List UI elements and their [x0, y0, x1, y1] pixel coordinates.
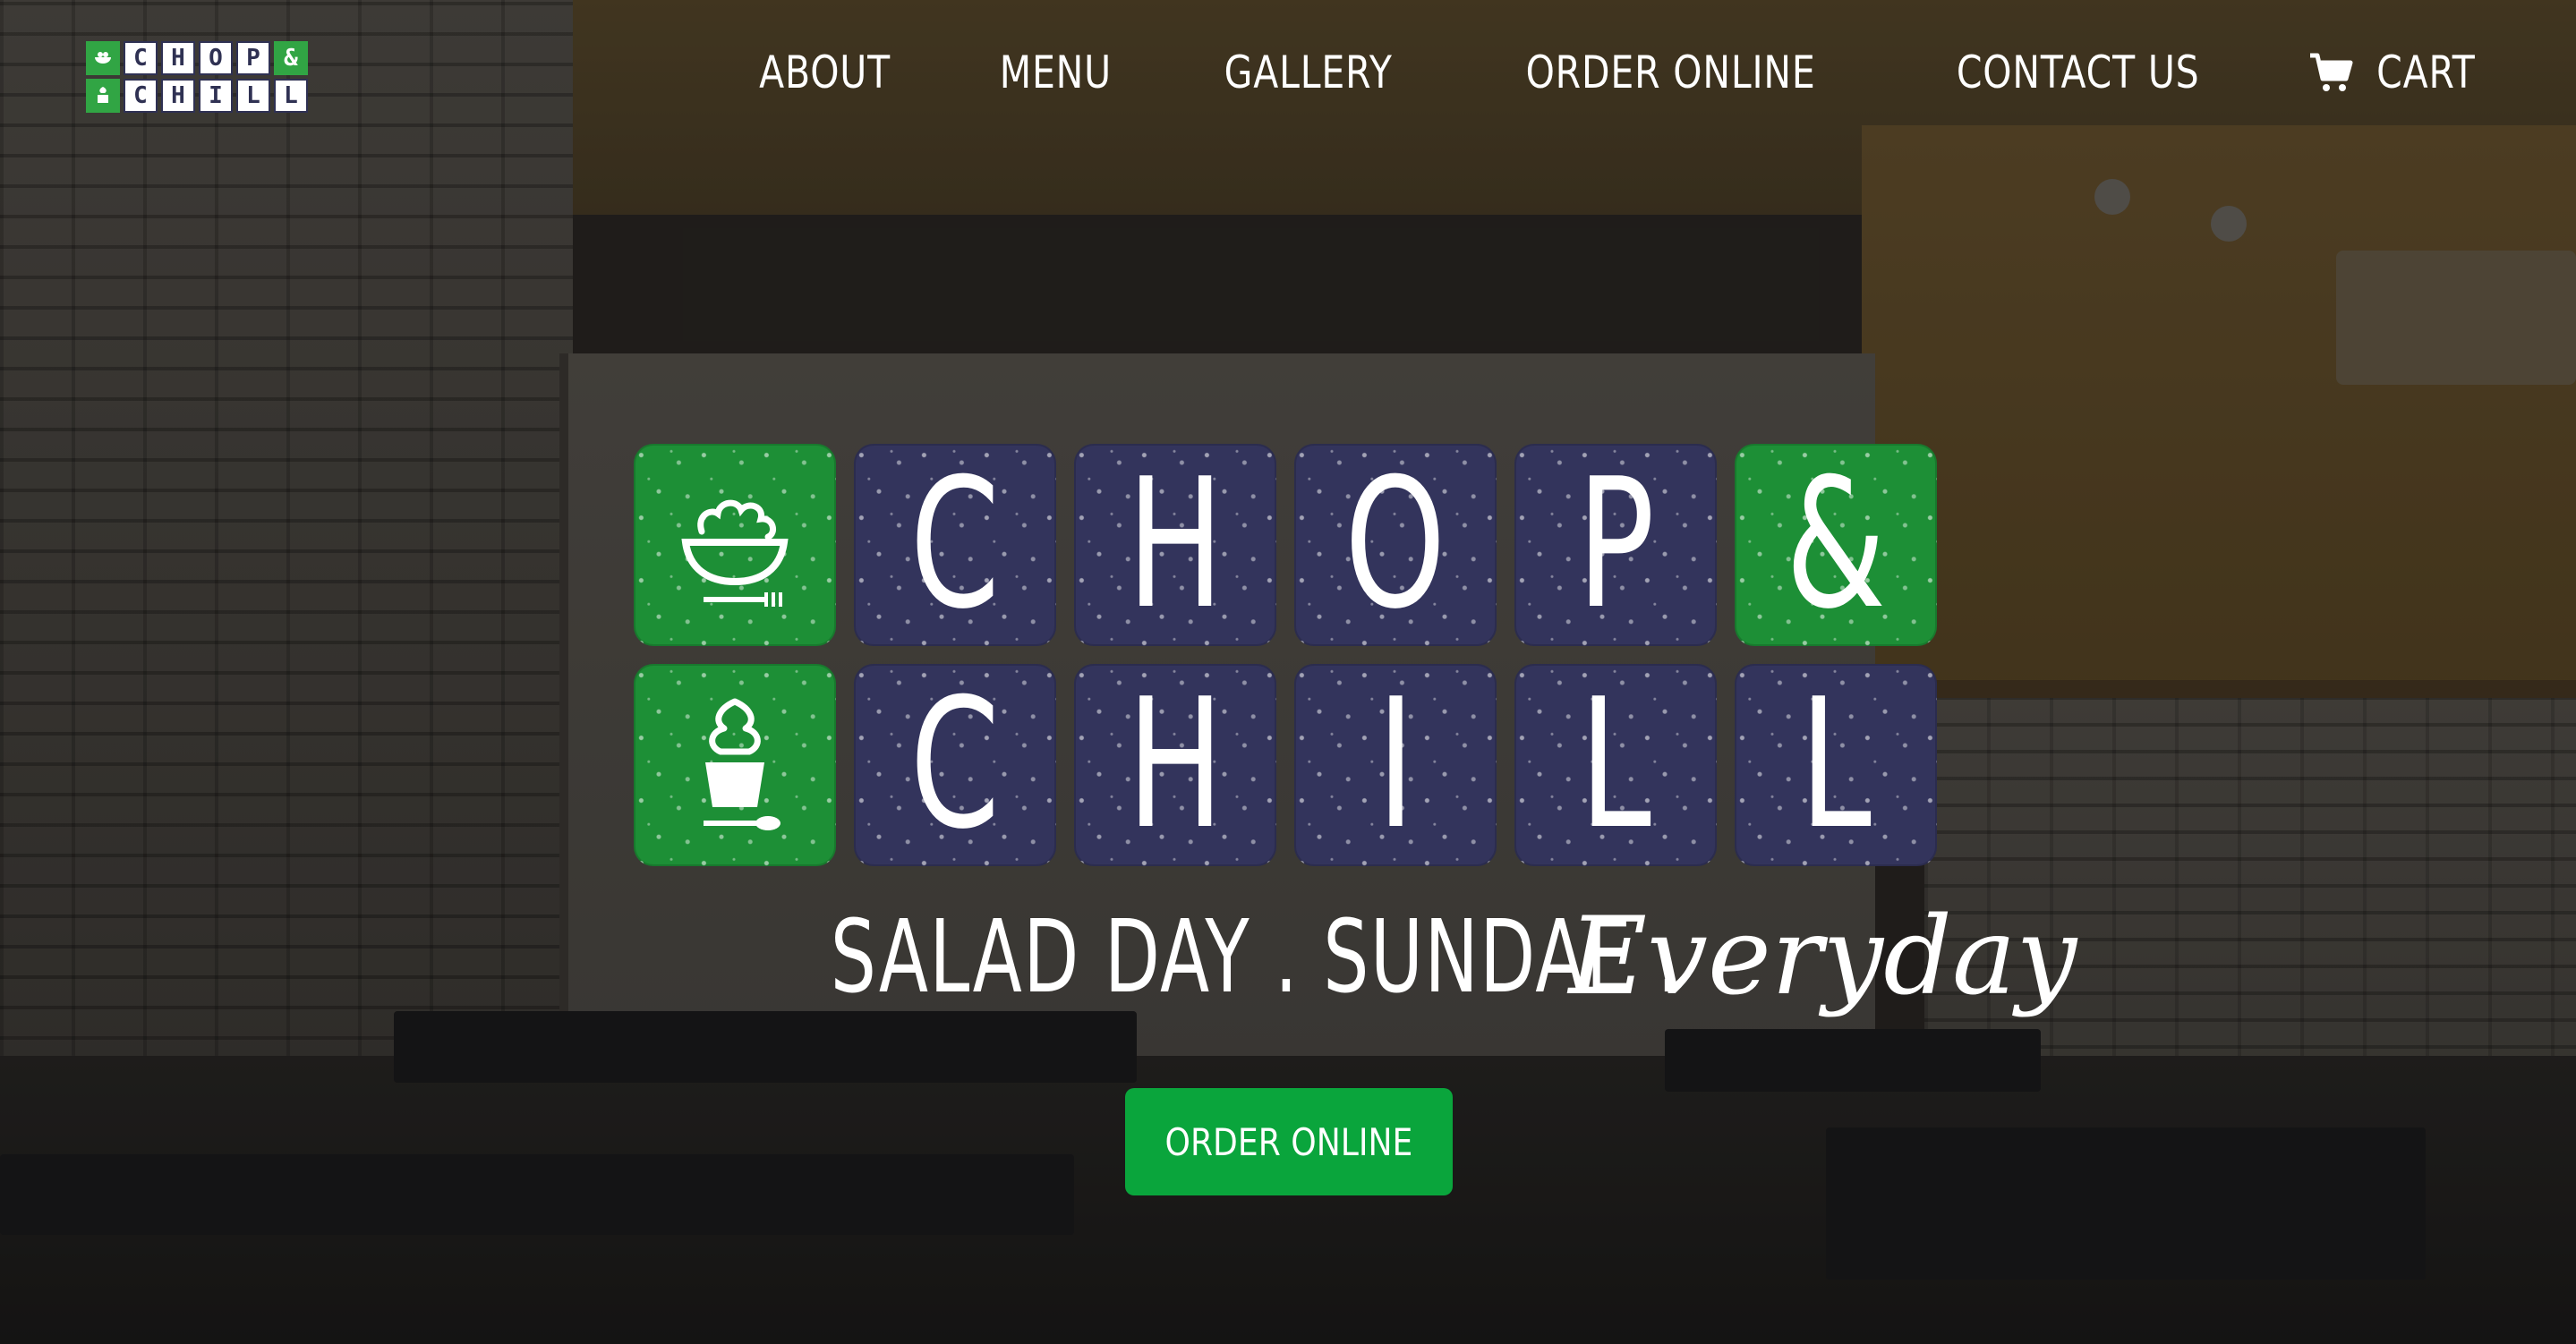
- logo-letter: I: [1376, 664, 1415, 866]
- hero-logo: C H O P & C H I L L: [634, 444, 1937, 866]
- logo-tile: I: [1294, 664, 1497, 866]
- nav-about[interactable]: ABOUT: [759, 47, 891, 98]
- logo-letter: &: [1785, 444, 1887, 646]
- logo-letter: C: [909, 444, 1001, 646]
- logo-letter: H: [1126, 664, 1224, 866]
- order-online-label: ORDER ONLINE: [1164, 1119, 1413, 1164]
- logo-letter: H: [1126, 444, 1224, 646]
- nav-menu[interactable]: MENU: [999, 47, 1111, 98]
- frozen-yogurt-icon: [86, 79, 120, 113]
- order-online-button[interactable]: ORDER ONLINE: [1125, 1088, 1453, 1195]
- logo-tile: O: [199, 41, 233, 75]
- logo-tile: C: [124, 79, 158, 113]
- logo-tile: H: [1074, 664, 1276, 866]
- logo-tile: C: [854, 444, 1056, 646]
- logo-tile: L: [274, 79, 308, 113]
- logo-tile: O: [1294, 444, 1497, 646]
- logo-tile: I: [199, 79, 233, 113]
- logo-tile: L: [1514, 664, 1717, 866]
- cart-label: CART: [2376, 47, 2476, 98]
- tagline-main: SALAD DAY . SUNDAE .: [830, 898, 1682, 1016]
- salad-bowl-icon: [681, 499, 789, 607]
- logo-tile: H: [161, 41, 195, 75]
- shopping-cart-icon: [2308, 52, 2353, 93]
- logo-letter: L: [1799, 664, 1872, 866]
- logo-letter: O: [1344, 444, 1446, 646]
- logo-letter: P: [1576, 444, 1655, 646]
- nav-cart[interactable]: CART: [2308, 47, 2486, 98]
- logo-letter: L: [1579, 664, 1652, 866]
- hero-tagline: SALAD DAY . SUNDAE . Everyday: [0, 895, 2576, 1019]
- frozen-yogurt-icon: [704, 698, 780, 830]
- header-logo[interactable]: C H O P & C H I L L: [86, 41, 308, 113]
- logo-tile: C: [124, 41, 158, 75]
- logo-tile: L: [236, 79, 270, 113]
- logo-tile: P: [236, 41, 270, 75]
- logo-tile: C: [854, 664, 1056, 866]
- logo-tile: L: [1735, 664, 1937, 866]
- logo-tile: H: [161, 79, 195, 113]
- logo-tile: &: [1735, 444, 1937, 646]
- frozen-yogurt-tile: [634, 664, 836, 866]
- logo-tile: H: [1074, 444, 1276, 646]
- logo-letter: C: [909, 664, 1001, 866]
- nav-order-online[interactable]: ORDER ONLINE: [1525, 47, 1815, 98]
- nav-contact-us[interactable]: CONTACT US: [1957, 47, 2200, 98]
- nav-gallery[interactable]: GALLERY: [1224, 47, 1393, 98]
- logo-tile: &: [274, 41, 308, 75]
- main-nav: ABOUT MENU GALLERY ORDER ONLINE CONTACT …: [745, 47, 2487, 98]
- salad-bowl-icon: [86, 41, 120, 75]
- salad-bowl-tile: [634, 444, 836, 646]
- logo-tile: P: [1514, 444, 1717, 646]
